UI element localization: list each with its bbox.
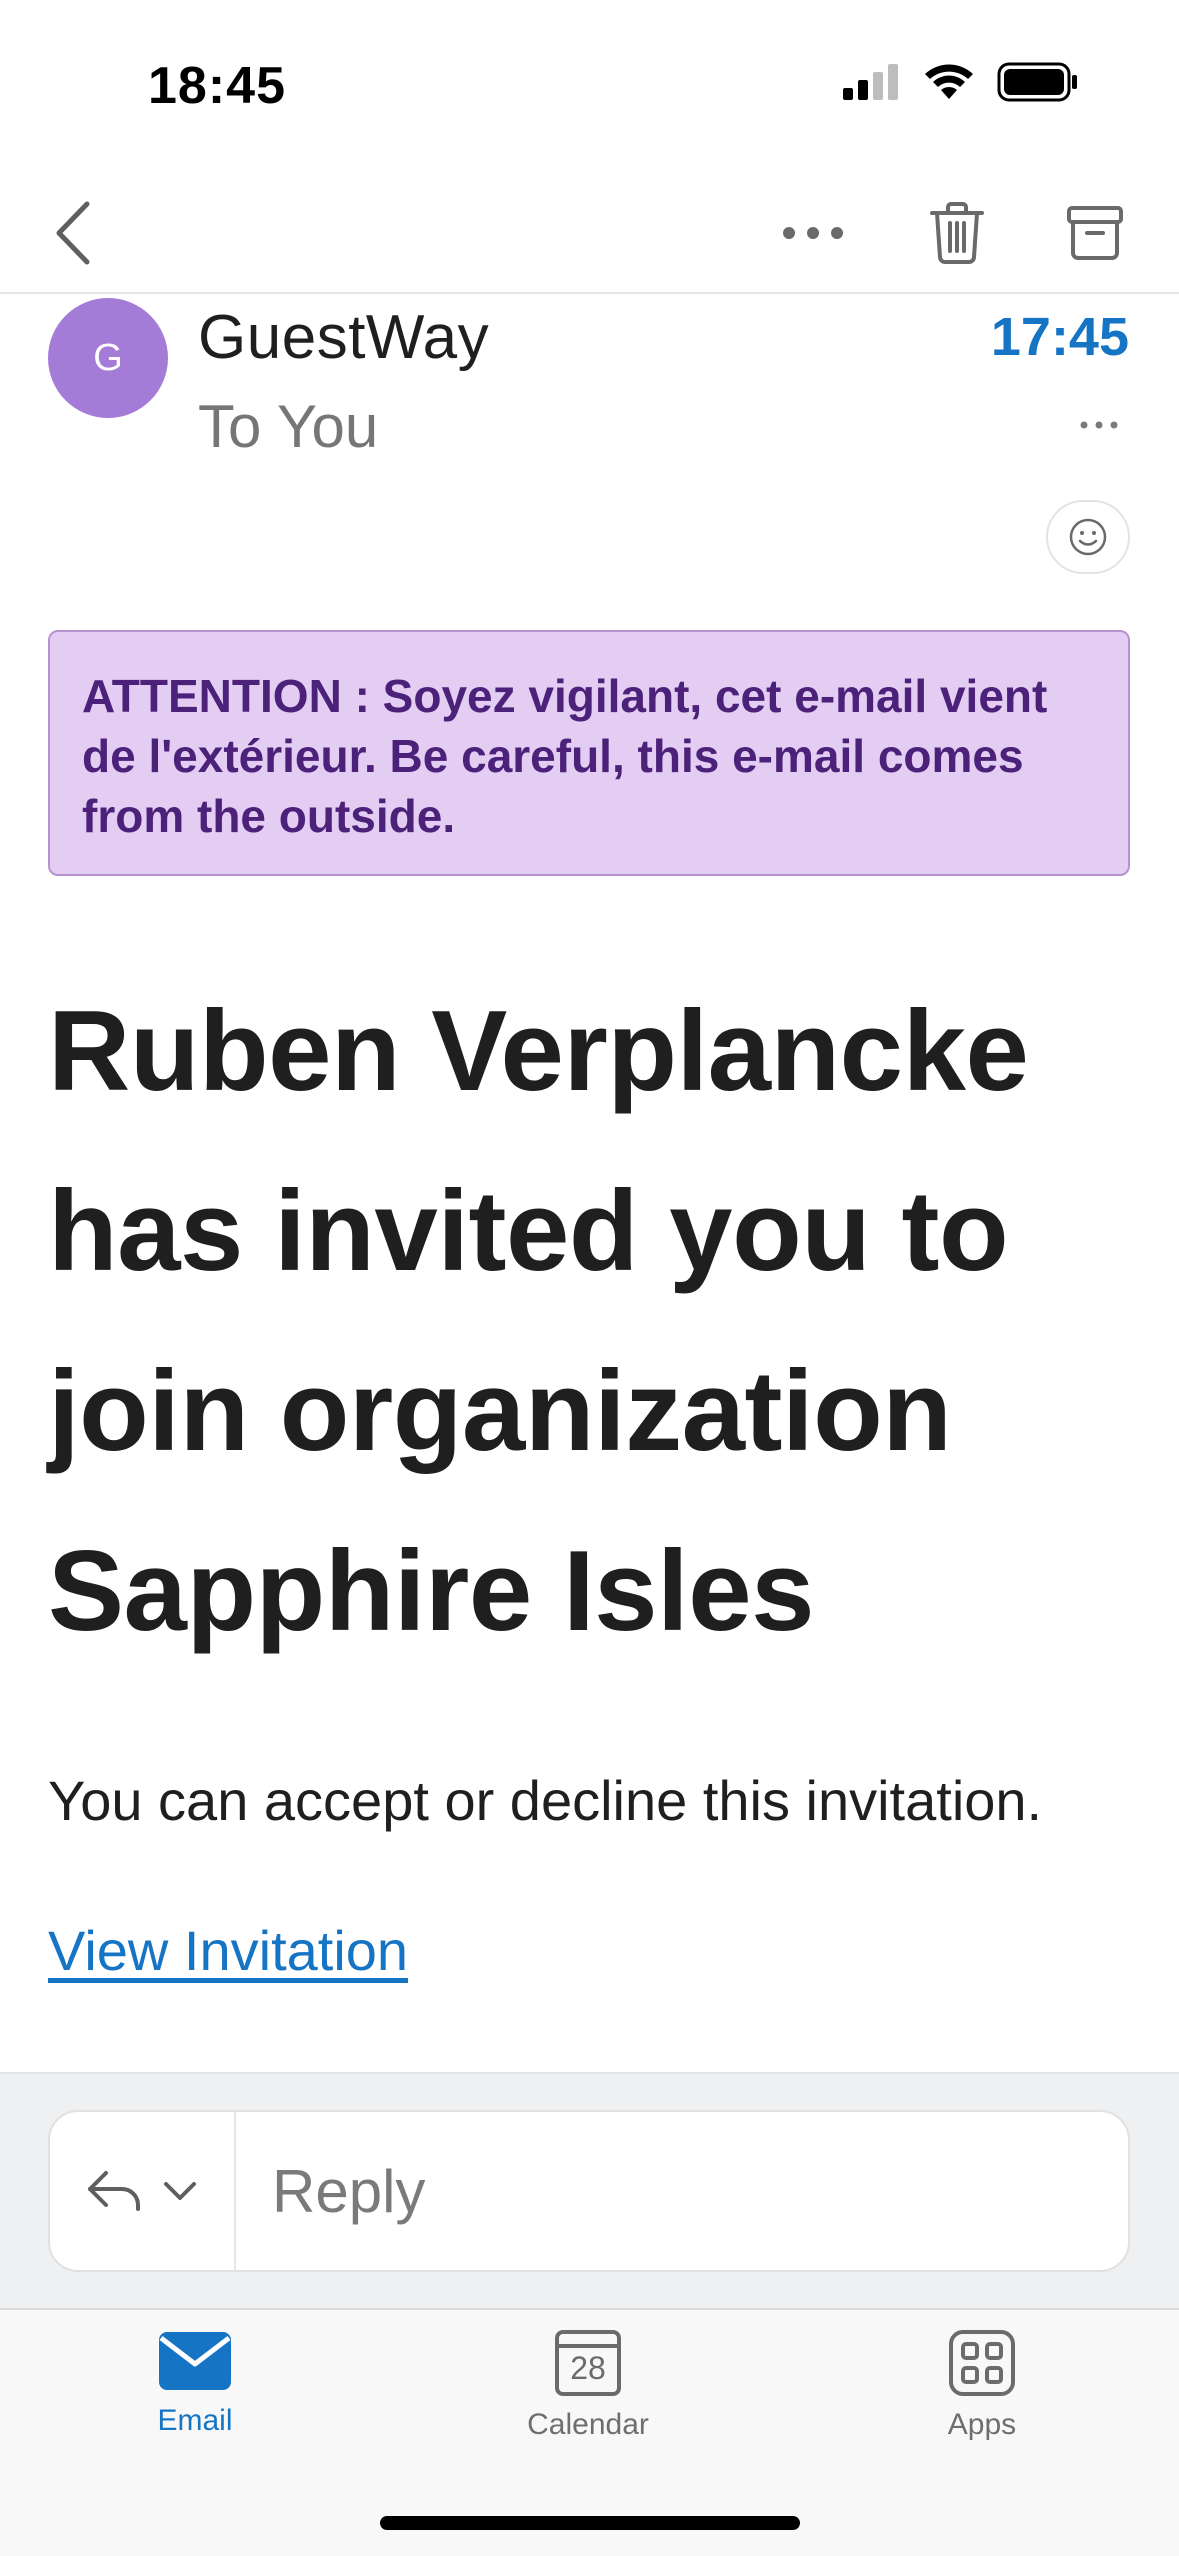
archive-icon	[1067, 206, 1123, 260]
status-icons	[843, 62, 1079, 102]
reaction-button[interactable]	[1046, 500, 1130, 574]
status-bar: 18:45	[0, 0, 1179, 170]
email-headline: Ruben Verplancke has invited you to join…	[48, 988, 1029, 1655]
apps-grid-icon	[949, 2330, 1015, 2396]
external-sender-warning: ATTENTION : Soyez vigilant, cet e-mail v…	[48, 630, 1130, 876]
more-actions-button[interactable]	[768, 188, 858, 278]
battery-icon	[997, 62, 1077, 102]
email-body-text: You can accept or decline this invitatio…	[48, 1769, 1043, 1832]
recipient-line[interactable]: To You	[198, 392, 378, 461]
calendar-day: 28	[570, 2350, 606, 2386]
mail-icon	[159, 2332, 231, 2390]
view-invitation-link[interactable]: View Invitation	[48, 1918, 408, 1983]
trash-icon	[930, 202, 984, 264]
smiley-icon	[1069, 518, 1107, 556]
home-indicator[interactable]	[380, 2516, 800, 2530]
reply-arrow-icon	[88, 2171, 140, 2211]
chevron-down-icon	[164, 2182, 196, 2200]
status-time: 18:45	[148, 57, 286, 115]
calendar-icon: 28	[555, 2330, 621, 2396]
tab-email-label: Email	[157, 2404, 233, 2437]
message-time: 17:45	[990, 307, 1129, 367]
tab-apps-label: Apps	[947, 2408, 1017, 2441]
reply-options-button[interactable]	[50, 2112, 236, 2270]
more-horizontal-icon	[783, 227, 843, 239]
more-horizontal-icon	[1080, 421, 1118, 429]
reply-input[interactable]	[236, 2112, 1128, 2270]
tab-apps[interactable]: Apps	[862, 2330, 1102, 2480]
sender-name[interactable]: GuestWay	[198, 302, 489, 373]
message-more-button[interactable]	[1069, 405, 1129, 445]
wifi-icon	[925, 64, 973, 99]
tab-email[interactable]: Email	[75, 2330, 315, 2480]
sender-avatar[interactable]: G	[48, 298, 168, 418]
archive-button[interactable]	[1050, 188, 1140, 278]
delete-button[interactable]	[912, 188, 1002, 278]
reply-box	[48, 2110, 1130, 2272]
reply-area	[0, 2072, 1179, 2308]
tab-calendar-label: Calendar	[527, 2408, 649, 2441]
back-button[interactable]	[28, 188, 118, 278]
cellular-signal-icon	[843, 64, 898, 100]
message-toolbar	[0, 170, 1179, 294]
tab-calendar[interactable]: 28 Calendar	[468, 2330, 708, 2480]
back-chevron-icon	[56, 201, 90, 265]
